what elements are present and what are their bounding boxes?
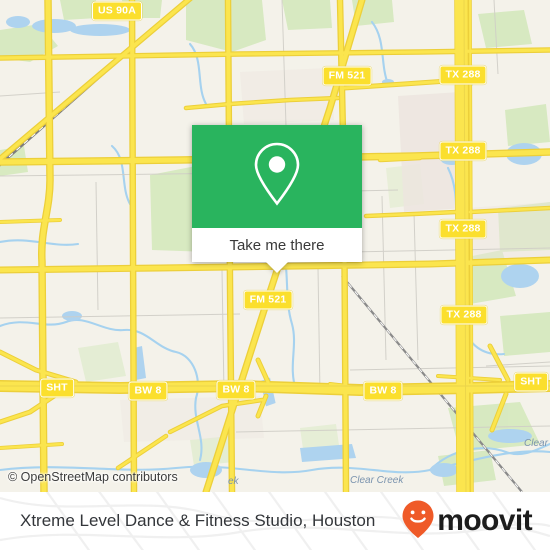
water-label: Clear	[524, 438, 548, 449]
road-shield: SHT	[40, 378, 74, 398]
road-shield: BW 8	[216, 380, 256, 400]
map-canvas[interactable]: US 90A FM 521 TX 288 TX 288 TX 288 TX 28…	[0, 0, 550, 492]
moovit-logo[interactable]: moovit	[401, 492, 533, 550]
road-shield: TX 288	[439, 65, 487, 85]
water-label: Clear Creek	[350, 475, 404, 486]
road-shield: FM 521	[243, 290, 293, 310]
map-screenshot: US 90A FM 521 TX 288 TX 288 TX 288 TX 28…	[0, 0, 550, 550]
road-shield: TX 288	[439, 219, 487, 239]
popup-footer[interactable]: Take me there	[192, 228, 362, 273]
water-label: ek	[228, 476, 239, 487]
popup-header	[192, 125, 362, 228]
road-shield: FM 521	[322, 66, 372, 86]
take-me-there-label: Take me there	[229, 236, 325, 254]
footer-bar: Xtreme Level Dance & Fitness Studio, Hou…	[0, 492, 550, 550]
road-shield: SHT	[514, 372, 548, 392]
road-shield: US 90A	[92, 1, 142, 21]
place-title: Xtreme Level Dance & Fitness Studio, Hou…	[20, 511, 376, 530]
osm-attribution[interactable]: © OpenStreetMap contributors	[8, 470, 178, 484]
road-shield: BW 8	[363, 381, 403, 401]
road-shield: TX 288	[440, 305, 488, 325]
road-shield: TX 288	[439, 141, 487, 161]
take-me-there-popup[interactable]: Take me there	[192, 125, 362, 273]
location-pin-icon	[248, 138, 306, 215]
moovit-smiley-pin-icon	[401, 499, 435, 544]
road-shield: BW 8	[128, 381, 168, 401]
popup-tail	[266, 262, 288, 273]
moovit-wordmark: moovit	[437, 504, 532, 537]
